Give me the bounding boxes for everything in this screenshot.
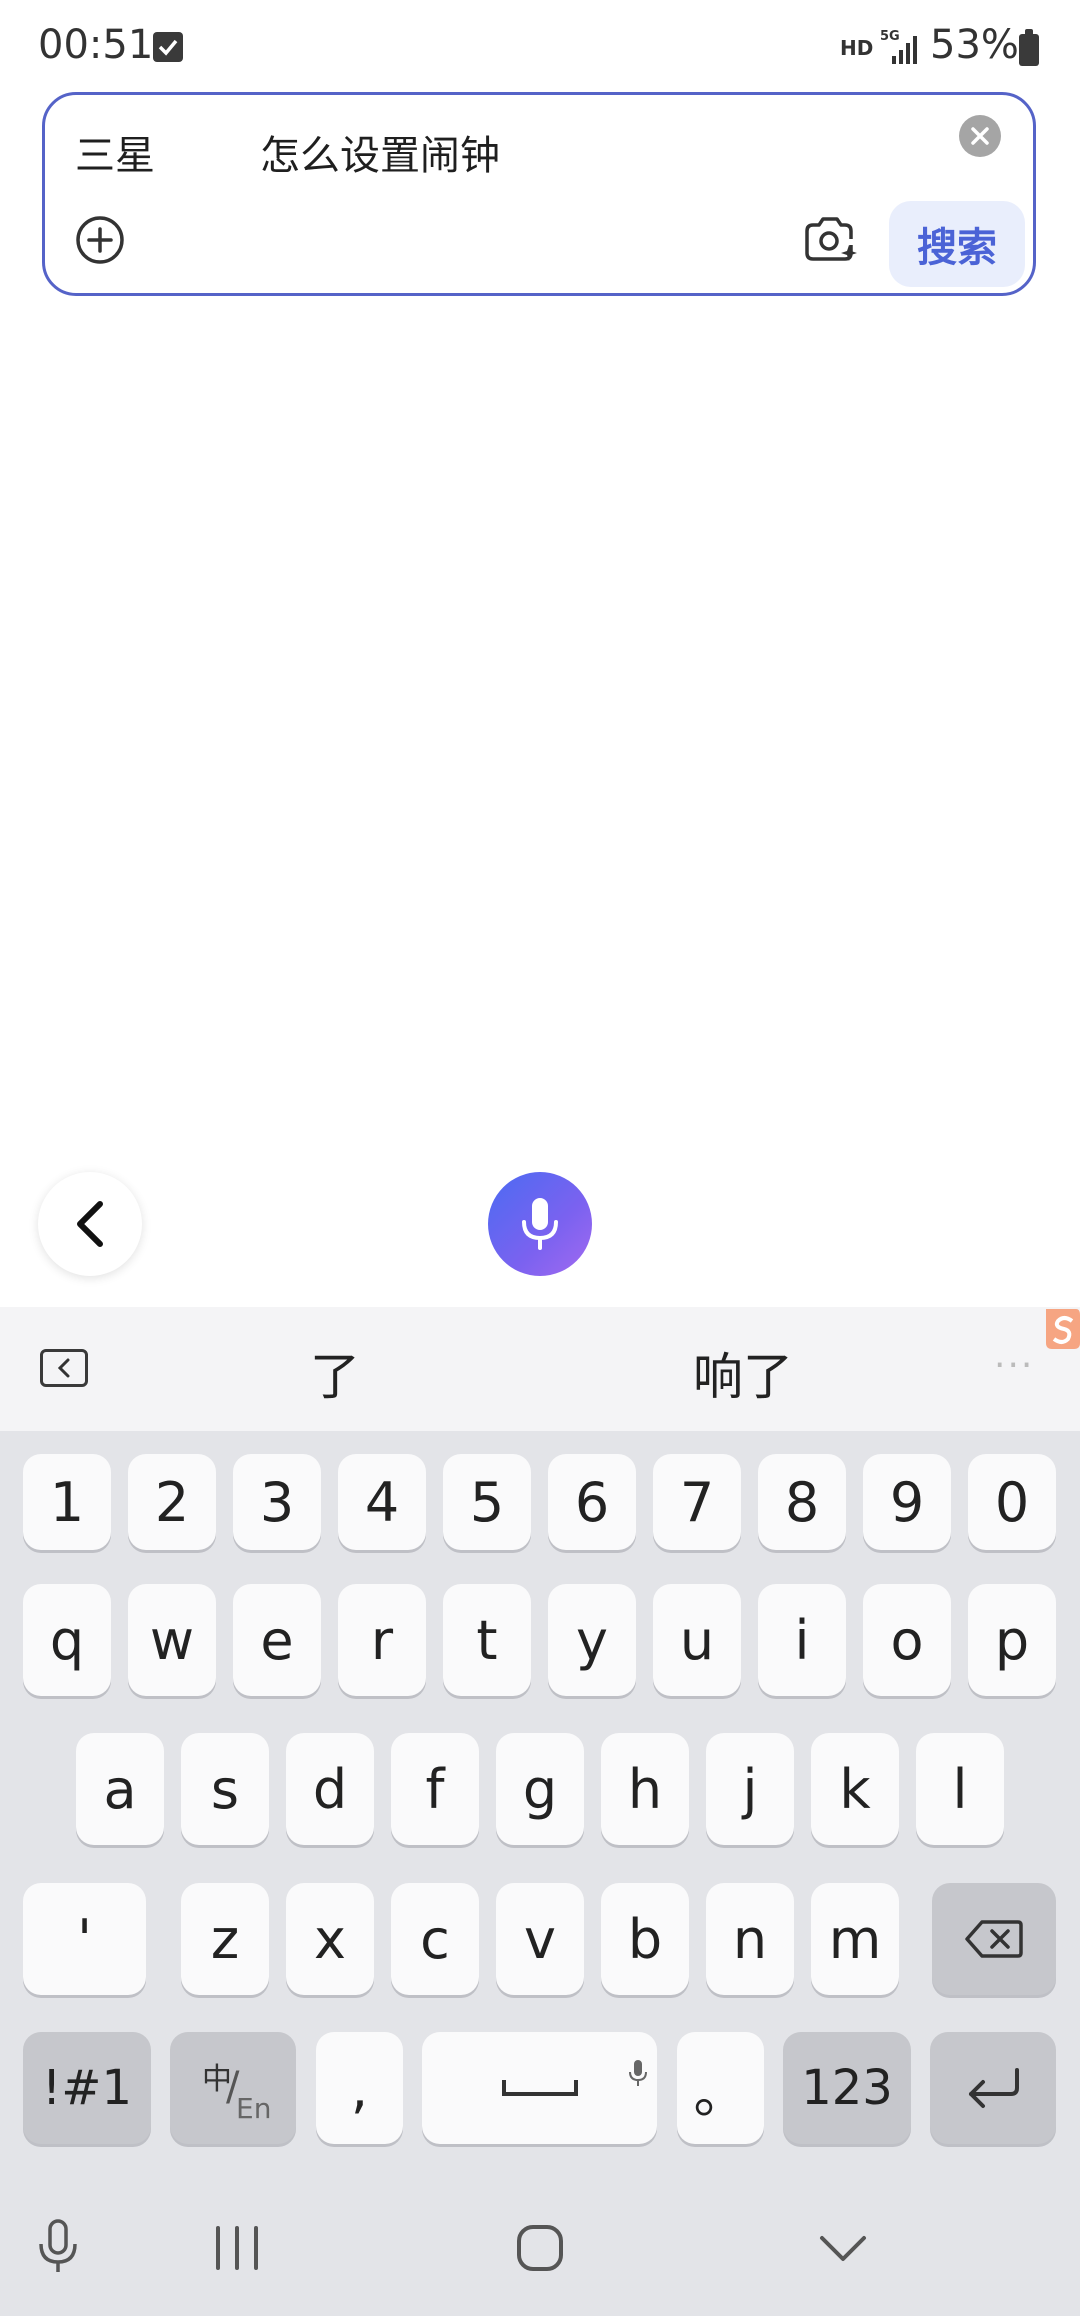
key-g[interactable]: g — [496, 1733, 584, 1845]
key-4[interactable]: 4 — [338, 1454, 426, 1550]
clear-button[interactable] — [959, 115, 1001, 157]
key-m[interactable]: m — [811, 1883, 899, 1995]
key-b[interactable]: b — [601, 1883, 689, 1995]
key-x[interactable]: x — [286, 1883, 374, 1995]
camera-sparkle-icon — [805, 217, 857, 261]
space-bar-icon — [501, 2080, 578, 2096]
key-i[interactable]: i — [758, 1584, 846, 1696]
key-j[interactable]: j — [706, 1733, 794, 1845]
recents-icon — [216, 2226, 258, 2270]
key-o[interactable]: o — [863, 1584, 951, 1696]
key-v[interactable]: v — [496, 1883, 584, 1995]
key-5[interactable]: 5 — [443, 1454, 531, 1550]
key-apostrophe[interactable]: ' — [23, 1883, 146, 1995]
microphone-icon — [522, 1198, 558, 1250]
microphone-icon — [39, 2219, 77, 2272]
more-candidates-button[interactable]: ··· — [994, 1345, 1034, 1386]
key-r[interactable]: r — [338, 1584, 426, 1696]
period-key[interactable]: 。 — [677, 2032, 764, 2144]
sogou-logo-icon — [1042, 1307, 1080, 1351]
key-7[interactable]: 7 — [653, 1454, 741, 1550]
voice-input-nav-button[interactable] — [36, 2218, 80, 2278]
checkbox-notification-icon — [153, 32, 183, 62]
signal-icon: 5G — [880, 28, 922, 70]
key-0[interactable]: 0 — [968, 1454, 1056, 1550]
chevron-left-icon — [57, 1358, 70, 1378]
symbols-key[interactable]: !#1 — [23, 2032, 151, 2144]
language-switch-key[interactable]: 中 / En — [170, 2032, 296, 2144]
query-prefix[interactable]: 三星 — [75, 123, 155, 181]
chevron-down-icon — [820, 2236, 866, 2261]
mic-small-icon — [628, 2038, 648, 2101]
query-text[interactable]: 怎么设置闹钟 — [260, 123, 500, 181]
comma-key[interactable]: , — [316, 2032, 403, 2144]
key-c[interactable]: c — [391, 1883, 479, 1995]
battery-percent: 53% — [930, 22, 1019, 68]
space-key[interactable] — [422, 2032, 657, 2144]
key-k[interactable]: k — [811, 1733, 899, 1845]
home-button[interactable] — [516, 2224, 564, 2276]
key-w[interactable]: w — [128, 1584, 216, 1696]
enter-icon — [969, 2068, 1019, 2108]
key-s[interactable]: s — [181, 1733, 269, 1845]
key-p[interactable]: p — [968, 1584, 1056, 1696]
enter-key[interactable] — [930, 2032, 1056, 2144]
key-q[interactable]: q — [23, 1584, 111, 1696]
plus-circle-icon — [76, 216, 124, 264]
home-icon — [517, 2225, 563, 2271]
key-h[interactable]: h — [601, 1733, 689, 1845]
key-y[interactable]: y — [548, 1584, 636, 1696]
backspace-key[interactable] — [932, 1883, 1056, 1995]
camera-search-button[interactable] — [801, 211, 859, 269]
hd-indicator: HD — [840, 36, 874, 60]
key-a[interactable]: a — [76, 1733, 164, 1845]
key-f[interactable]: f — [391, 1733, 479, 1845]
candidate-word[interactable]: 了 — [310, 1337, 360, 1409]
key-d[interactable]: d — [286, 1733, 374, 1845]
key-t[interactable]: t — [443, 1584, 531, 1696]
keyboard: 了 响了 ··· 1 2 3 4 5 6 7 8 9 0 q w e r t y… — [0, 1307, 1080, 2316]
key-8[interactable]: 8 — [758, 1454, 846, 1550]
recent-apps-button[interactable] — [214, 2226, 260, 2274]
key-l[interactable]: l — [916, 1733, 1004, 1845]
status-time: 00:51 — [38, 22, 154, 68]
navigation-bar — [0, 2190, 1080, 2316]
network-label: 5G — [880, 29, 900, 44]
key-e[interactable]: e — [233, 1584, 321, 1696]
numbers-key[interactable]: 123 — [783, 2032, 911, 2144]
key-9[interactable]: 9 — [863, 1454, 951, 1550]
search-button[interactable]: 搜索 — [889, 201, 1025, 287]
candidate-bar: 了 响了 ··· — [0, 1307, 1080, 1431]
close-icon — [971, 127, 989, 145]
key-3[interactable]: 3 — [233, 1454, 321, 1550]
chevron-left-icon — [77, 1201, 103, 1247]
key-1[interactable]: 1 — [23, 1454, 111, 1550]
lang-key-english: En — [236, 2092, 272, 2125]
add-attachment-button[interactable] — [75, 215, 125, 265]
key-2[interactable]: 2 — [128, 1454, 216, 1550]
status-bar: 00:51 HD 5G 53% — [0, 0, 1080, 90]
back-button[interactable] — [38, 1172, 142, 1276]
key-z[interactable]: z — [181, 1883, 269, 1995]
key-n[interactable]: n — [706, 1883, 794, 1995]
backspace-icon — [965, 1920, 1023, 1958]
battery-icon — [1019, 29, 1039, 66]
key-u[interactable]: u — [653, 1584, 741, 1696]
collapse-keyboard-button[interactable] — [40, 1349, 88, 1387]
voice-input-button[interactable] — [488, 1172, 592, 1276]
candidate-word[interactable]: 响了 — [693, 1337, 793, 1409]
key-6[interactable]: 6 — [548, 1454, 636, 1550]
hide-keyboard-button[interactable] — [818, 2234, 868, 2268]
search-box[interactable]: 三星 怎么设置闹钟 搜索 — [42, 92, 1036, 296]
